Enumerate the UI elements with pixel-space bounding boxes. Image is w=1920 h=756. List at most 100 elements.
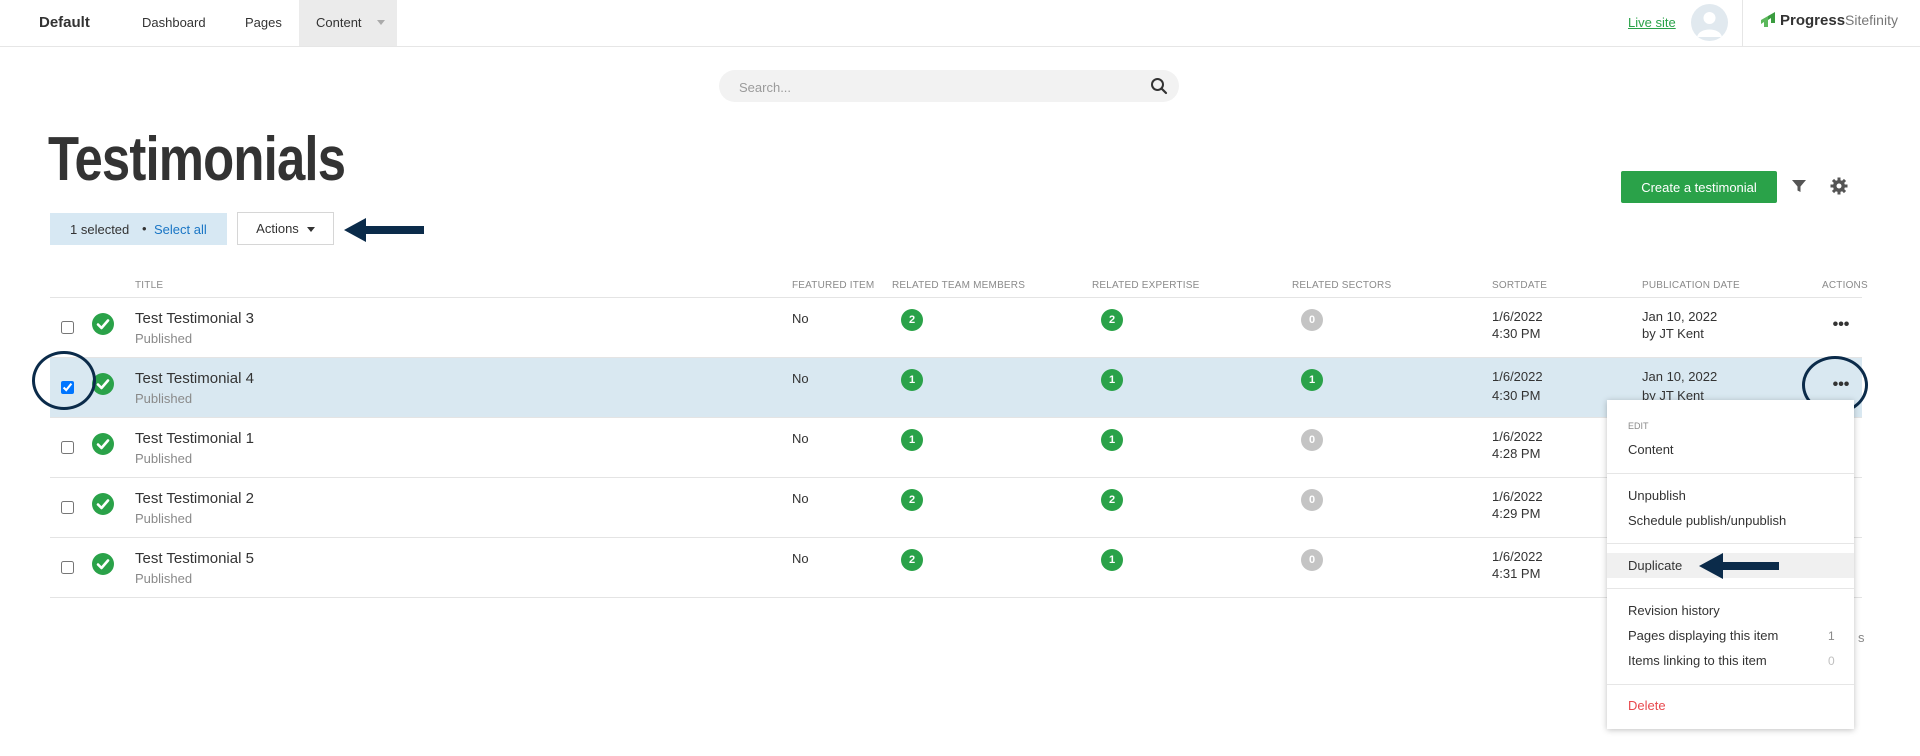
row-checkbox[interactable]: [61, 441, 74, 454]
published-check-icon: [92, 313, 114, 335]
table-row[interactable]: Test Testimonial 1 Published No 1 1 0 1/…: [50, 417, 1862, 477]
item-status: Published: [135, 511, 193, 526]
row-checkbox[interactable]: [61, 561, 74, 574]
nav-dashboard[interactable]: Dashboard: [142, 15, 206, 30]
featured-value: No: [792, 371, 809, 386]
item-title[interactable]: Test Testimonial 4: [135, 370, 254, 387]
menu-item-duplicate[interactable]: Duplicate: [1628, 558, 1682, 573]
menu-divider: [1607, 588, 1854, 589]
menu-divider: [1607, 543, 1854, 544]
nav-pages[interactable]: Pages: [245, 15, 282, 30]
published-check-icon: [92, 433, 114, 455]
sort-date: 1/6/2022: [1492, 489, 1543, 504]
select-all-link[interactable]: Select all: [154, 222, 207, 237]
item-status: Published: [135, 331, 193, 346]
expertise-count-badge: 2: [1101, 309, 1123, 331]
team-count-badge: 2: [901, 549, 923, 571]
menu-item-pages-displaying[interactable]: Pages displaying this item: [1628, 628, 1778, 643]
featured-value: No: [792, 491, 809, 506]
expertise-count-badge: 2: [1101, 489, 1123, 511]
separator-dot: •: [142, 221, 147, 236]
featured-value: No: [792, 311, 809, 326]
sort-time: 4:30 PM: [1492, 388, 1541, 403]
more-actions-icon[interactable]: •••: [1829, 317, 1853, 334]
published-check-icon: [92, 493, 114, 515]
menu-divider: [1607, 684, 1854, 685]
live-site-link[interactable]: Live site: [1628, 15, 1676, 30]
pager-text-fragment: s: [1858, 630, 1865, 645]
team-count-badge: 1: [901, 369, 923, 391]
publication-date: Jan 10, 2022: [1642, 309, 1718, 324]
item-title[interactable]: Test Testimonial 3: [135, 310, 254, 327]
pages-displaying-count: 1: [1828, 629, 1835, 643]
featured-value: No: [792, 551, 809, 566]
sort-date: 1/6/2022: [1492, 309, 1543, 324]
gear-icon[interactable]: [1830, 177, 1848, 195]
search-icon[interactable]: [1150, 77, 1168, 95]
actions-label: Actions: [256, 221, 299, 236]
filter-icon[interactable]: [1791, 178, 1807, 194]
top-navigation-bar: Default Dashboard Pages Content Live sit…: [0, 0, 1920, 47]
column-header-team-members: RELATED TEAM MEMBERS: [892, 280, 1026, 291]
brand-product: Sitefinity: [1845, 12, 1898, 28]
table-row-selected[interactable]: Test Testimonial 4 Published No 1 1 1 1/…: [50, 357, 1862, 417]
sectors-count-badge: 1: [1301, 369, 1323, 391]
site-name[interactable]: Default: [39, 14, 90, 31]
menu-item-schedule[interactable]: Schedule publish/unpublish: [1628, 513, 1786, 528]
team-count-badge: 2: [901, 489, 923, 511]
item-status: Published: [135, 451, 193, 466]
progress-logo-icon: [1761, 12, 1775, 27]
nav-content-tab[interactable]: Content: [299, 0, 397, 46]
sort-time: 4:30 PM: [1492, 326, 1541, 341]
brand-logo: ProgressSitefinity: [1760, 12, 1898, 29]
item-title[interactable]: Test Testimonial 1: [135, 430, 254, 447]
menu-item-delete[interactable]: Delete: [1628, 698, 1666, 713]
menu-item-content[interactable]: Content: [1628, 442, 1674, 457]
selected-count: 1 selected: [70, 222, 130, 237]
expertise-count-badge: 1: [1101, 429, 1123, 451]
selection-bar: 1 selected • Select all: [50, 213, 227, 245]
nav-content-label: Content: [316, 15, 362, 30]
search-box: [719, 70, 1179, 102]
item-title[interactable]: Test Testimonial 5: [135, 550, 254, 567]
create-testimonial-button[interactable]: Create a testimonial: [1621, 171, 1777, 203]
caret-down-icon: [306, 227, 315, 233]
column-header-expertise: RELATED EXPERTISE: [1092, 280, 1200, 291]
arrow-annotation-icon: [344, 218, 424, 242]
brand-name: Progress: [1780, 12, 1846, 29]
page-title: Testimonials: [48, 125, 346, 194]
search-input[interactable]: [737, 76, 1131, 98]
user-avatar[interactable]: [1691, 4, 1728, 41]
row-checkbox[interactable]: [61, 321, 74, 334]
actions-dropdown-button[interactable]: Actions: [237, 212, 334, 245]
sort-time: 4:29 PM: [1492, 506, 1541, 521]
menu-item-unpublish[interactable]: Unpublish: [1628, 488, 1686, 503]
column-header-sectors: RELATED SECTORS: [1292, 280, 1392, 291]
expertise-count-badge: 1: [1101, 369, 1123, 391]
expertise-count-badge: 1: [1101, 549, 1123, 571]
topbar-divider: [1742, 0, 1743, 46]
sort-time: 4:31 PM: [1492, 566, 1541, 581]
table-row[interactable]: Test Testimonial 3 Published No 2 2 0 1/…: [50, 297, 1862, 357]
sectors-count-badge: 0: [1301, 489, 1323, 511]
menu-item-items-linking[interactable]: Items linking to this item: [1628, 653, 1767, 668]
menu-divider: [1607, 473, 1854, 474]
column-header-publication-date[interactable]: PUBLICATION DATE: [1642, 280, 1740, 291]
sectors-count-badge: 0: [1301, 549, 1323, 571]
sort-date: 1/6/2022: [1492, 429, 1543, 444]
chevron-down-icon: [377, 20, 385, 25]
column-header-actions: ACTIONS: [1822, 280, 1868, 291]
sort-time: 4:28 PM: [1492, 446, 1541, 461]
column-header-title[interactable]: TITLE: [135, 280, 163, 291]
user-icon: [1697, 12, 1722, 37]
featured-value: No: [792, 431, 809, 446]
sort-date: 1/6/2022: [1492, 369, 1543, 384]
table-row[interactable]: Test Testimonial 5 Published No 2 1 0 1/…: [50, 537, 1862, 597]
team-count-badge: 2: [901, 309, 923, 331]
item-title[interactable]: Test Testimonial 2: [135, 490, 254, 507]
publication-date: Jan 10, 2022: [1642, 369, 1718, 384]
menu-item-revision-history[interactable]: Revision history: [1628, 603, 1720, 618]
column-header-sortdate[interactable]: SORTDATE: [1492, 280, 1547, 291]
row-checkbox[interactable]: [61, 501, 74, 514]
table-row[interactable]: Test Testimonial 2 Published No 2 2 0 1/…: [50, 477, 1862, 537]
